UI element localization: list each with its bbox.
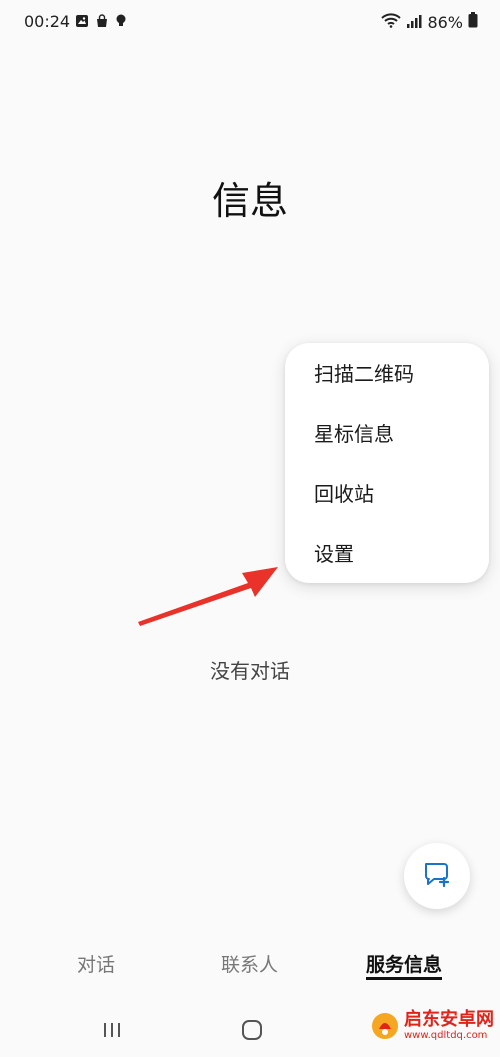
status-bar: 00:24 86% [0,0,500,46]
status-system-icons: 86% [381,12,478,32]
home-icon [242,1020,262,1040]
wifi-icon [381,12,402,32]
compose-button[interactable] [404,843,470,909]
bag-icon [95,13,109,32]
watermark-url: www.qdltdq.com [404,1030,488,1041]
recent-apps-icon [104,1023,120,1037]
image-icon [75,13,89,32]
bulb-icon [115,13,127,32]
menu-item-starred-messages[interactable]: 星标信息 [314,404,484,464]
battery-icon [468,12,478,32]
bottom-tab-bar: 对话 联系人 服务信息 [0,940,500,990]
battery-level: 86% [427,12,463,32]
tab-service-messages[interactable]: 服务信息 [366,950,442,977]
watermark-title: 启东安卓网 [404,1009,494,1030]
signal-icon [406,13,422,32]
site-watermark: 启东安卓网 www.qdltdq.com [370,1010,494,1042]
home-button[interactable] [237,1015,267,1045]
recent-apps-button[interactable] [97,1015,127,1045]
active-tab-indicator [366,977,442,980]
overflow-menu: 扫描二维码 星标信息 回收站 设置 [285,343,489,583]
watermark-logo-icon [372,1013,398,1039]
tab-contacts[interactable]: 联系人 [221,950,278,977]
annotation-arrow [138,567,278,626]
empty-state-text: 没有对话 [210,659,290,683]
status-notification-icons [75,13,127,32]
tab-conversations[interactable]: 对话 [77,950,115,977]
menu-item-scan-qr[interactable]: 扫描二维码 [314,344,484,404]
status-time: 00:24 [24,12,71,31]
new-message-icon [422,859,452,893]
menu-item-settings[interactable]: 设置 [314,524,484,584]
page-title: 信息 [211,179,288,223]
menu-item-recycle-bin[interactable]: 回收站 [314,464,484,524]
